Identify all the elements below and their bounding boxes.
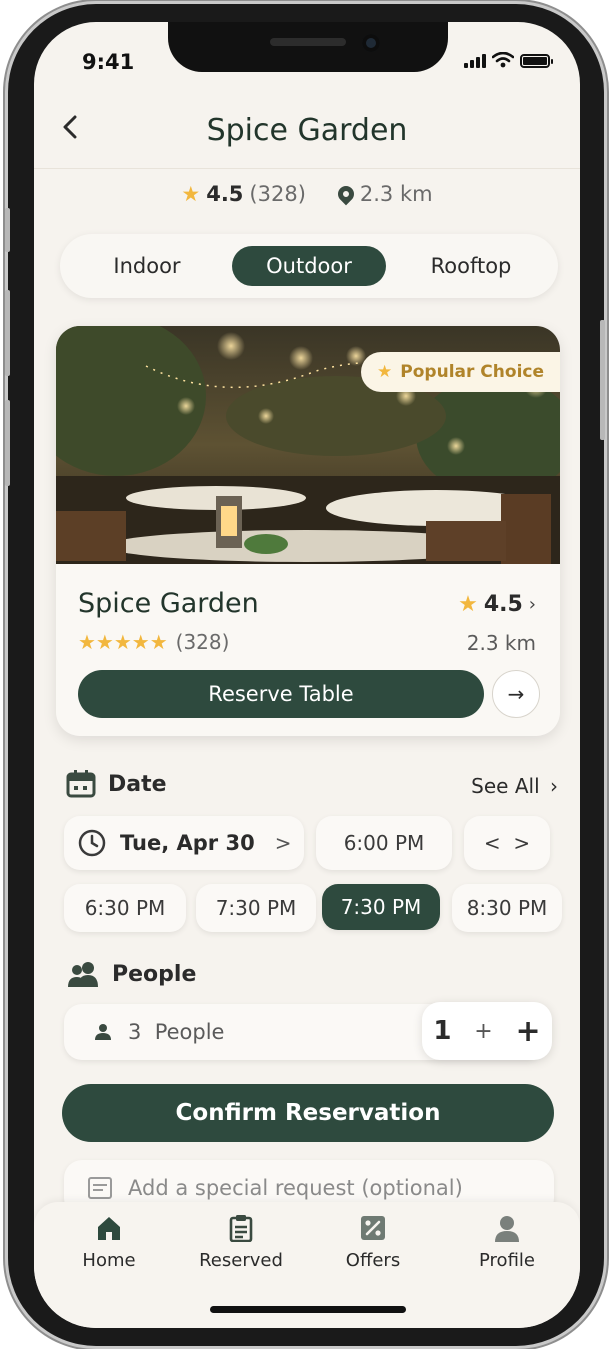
tab-profile[interactable]: Profile [452,1214,562,1271]
summary-review-count: (328) [249,182,306,206]
card-review-count: (328) [175,630,230,654]
stepper-increment-button[interactable]: + [515,1014,540,1049]
page-title: Spice Garden [206,112,408,148]
clock-icon [78,829,106,857]
tab-home[interactable]: Home [54,1214,164,1271]
card-stars: ★★★★★ (328) [78,630,229,654]
card-distance: 2.3 km [466,631,536,655]
tab-offers-label: Offers [345,1250,401,1271]
tab-reserved-label: Reserved [199,1250,283,1271]
time-primary[interactable]: 6:00 PM [316,816,452,870]
wifi-icon [492,52,514,68]
date-nav-arrows[interactable]: < > [464,816,550,870]
time-chip-3[interactable]: 8:30 PM [452,884,562,932]
location-pin-icon [334,182,358,206]
speaker [270,38,346,46]
tab-indoor[interactable]: Indoor [70,246,224,286]
home-indicator [210,1306,406,1313]
tab-profile-label: Profile [479,1250,535,1271]
people-icon [68,962,98,987]
special-request-placeholder: Add a special request (optional) [128,1176,463,1200]
date-chevron-icon: > [274,831,292,855]
header: Spice Garden [34,98,580,162]
calendar-icon [66,770,96,798]
card-rating-value: 4.5 [483,592,523,617]
date-section-title: Date [66,770,167,798]
battery-icon [520,54,553,68]
volume-up-button [5,290,10,376]
time-chip-0[interactable]: 6:30 PM [64,884,186,932]
chevron-right-icon: › [550,774,558,798]
power-button [600,320,605,440]
screen: 9:41 Spice Garden ★ 4.5 (328) 2.3 km Ind… [34,22,580,1328]
confirm-reservation-button[interactable]: Confirm Reservation [62,1084,554,1142]
see-all-label: See All [471,774,540,798]
seating-tabs: Indoor Outdoor Rooftop [60,234,558,298]
badge-label: Popular Choice [400,362,544,382]
restaurant-card[interactable]: ★ Popular Choice Spice Garden ★★★★★ (328… [56,326,560,736]
card-rating[interactable]: ★ 4.5 › [458,592,536,617]
clipboard-icon [229,1215,253,1242]
tab-outdoor[interactable]: Outdoor [232,246,386,286]
summary-rating: ★ 4.5 (328) [181,182,306,206]
summary-row: ★ 4.5 (328) 2.3 km [34,182,580,206]
star-icon: ★ [181,182,201,206]
note-icon [88,1177,112,1199]
camera [362,34,380,52]
quantity-stepper[interactable]: 1 + + [422,1002,552,1060]
volume-down-button [5,400,10,486]
tab-rooftop[interactable]: Rooftop [394,246,548,286]
reserve-table-button[interactable]: Reserve Table [78,670,484,718]
popular-badge: ★ Popular Choice [361,352,560,392]
date-title: Date [108,771,167,797]
star-rating-icons: ★★★★★ [78,630,168,654]
date-value: Tue, Apr 30 [120,831,255,855]
date-picker[interactable]: Tue, Apr 30 > [64,816,304,870]
time-chip-1[interactable]: 7:30 PM [196,884,316,932]
status-time: 9:41 [82,50,135,74]
tab-offers[interactable]: Offers [318,1214,428,1271]
summary-distance-value: 2.3 km [359,182,433,206]
badge-star-icon: ★ [377,362,393,382]
time-chip-2[interactable]: 7:30 PM [322,884,440,930]
status-icons [464,52,553,68]
card-star-icon: ★ [458,592,478,617]
summary-distance: 2.3 km [334,182,433,206]
people-title: People [112,961,197,987]
header-divider [34,168,580,169]
notch [168,22,448,72]
summary-rating-value: 4.5 [206,182,244,206]
chevron-right-icon: › [528,594,536,615]
tab-home-label: Home [82,1250,136,1271]
mute-switch [5,208,10,252]
stepper-decrement-button[interactable]: + [474,1019,492,1044]
person-icon [95,1024,111,1040]
home-icon [98,1217,120,1240]
percent-tag-icon [361,1216,385,1240]
see-all-link[interactable]: See All › [471,774,558,798]
stepper-value: 1 [433,1016,452,1046]
user-icon [495,1216,519,1242]
people-value: 3 People [128,1020,225,1044]
people-section-title: People [66,960,196,988]
signal-icon [464,54,486,68]
back-chevron-icon[interactable] [56,112,86,142]
tab-reserved[interactable]: Reserved [186,1214,296,1271]
arrow-right-button[interactable]: → [492,670,540,718]
card-restaurant-name: Spice Garden [78,588,259,619]
